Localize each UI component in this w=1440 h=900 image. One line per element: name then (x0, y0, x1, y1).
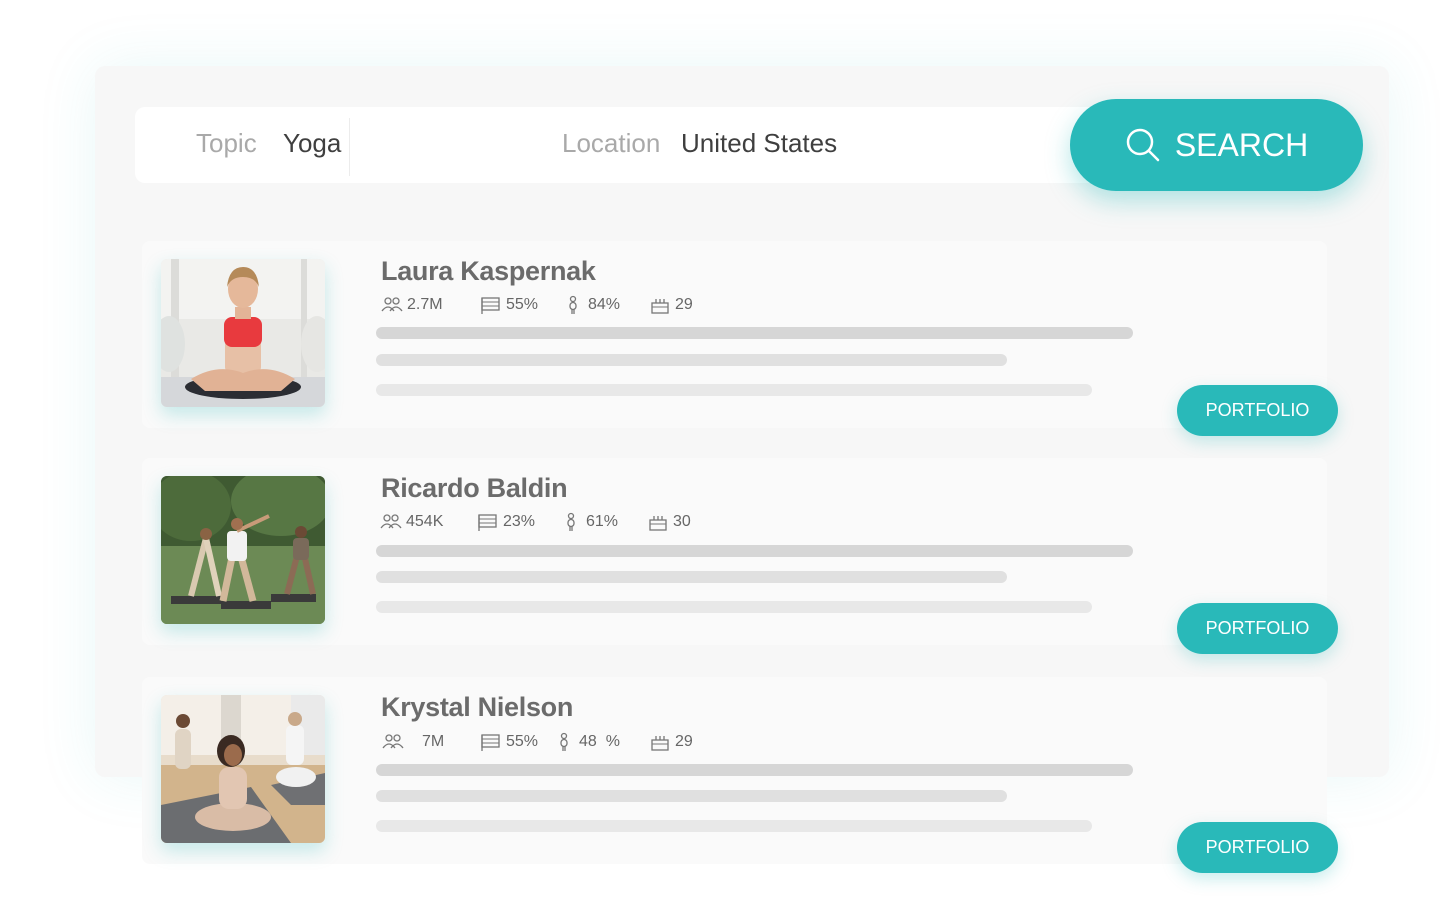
person-icon (569, 295, 577, 314)
gender-stat: 61% (560, 512, 618, 532)
country-value: 55% (506, 296, 539, 313)
country-value: 55% (506, 733, 539, 750)
description-placeholder-line (376, 354, 1007, 366)
description-placeholder-line (376, 327, 1133, 339)
country-stat: 55% (480, 295, 538, 315)
gender-value: 61% (586, 513, 619, 530)
search-divider (349, 118, 350, 176)
people-icon (381, 297, 403, 312)
cake-icon (651, 736, 669, 751)
age-stat: 29 (649, 732, 693, 752)
flag-icon (481, 734, 500, 751)
influencer-photo (161, 259, 325, 407)
description-placeholder-line (376, 601, 1092, 613)
person-icon (567, 512, 575, 531)
description-placeholder-line (376, 790, 1007, 802)
search-button-label: SEARCH (1174, 126, 1309, 163)
people-icon (380, 514, 402, 529)
description-placeholder-line (376, 764, 1133, 776)
description-placeholder-line (376, 545, 1133, 557)
age-value: 29 (675, 733, 693, 750)
age-stat: 30 (647, 512, 691, 532)
description-placeholder-line (376, 384, 1092, 396)
description-placeholder-line (376, 820, 1092, 832)
search-icon (1126, 128, 1160, 162)
age-stat: 29 (649, 295, 693, 315)
gender-stat: 48 % (553, 732, 620, 752)
gender-stat: 84% (562, 295, 620, 315)
influencer-name: Ricardo Baldin (381, 473, 568, 503)
followers-value: 2.7M (407, 296, 443, 313)
influencer-name: Krystal Nielson (381, 692, 574, 722)
search-button[interactable]: SEARCH (1070, 99, 1363, 191)
followers-stat: 7M (382, 732, 444, 752)
country-stat: 23% (477, 512, 535, 532)
cake-icon (651, 299, 669, 314)
location-label: Location (562, 128, 661, 158)
age-value: 29 (675, 296, 693, 313)
flag-icon (481, 297, 500, 314)
influencer-photo (161, 476, 325, 624)
followers-stat: 454K (380, 512, 443, 532)
description-placeholder-line (376, 571, 1007, 583)
influencer-photo (161, 695, 325, 843)
topic-label: Topic (196, 128, 257, 158)
gender-value: 48 % (579, 733, 620, 750)
cake-icon (649, 516, 667, 531)
gender-value: 84% (588, 296, 621, 313)
portfolio-button[interactable]: PORTFOLIO (1177, 603, 1338, 654)
person-icon (560, 732, 568, 751)
flag-icon (478, 514, 497, 531)
people-icon (382, 734, 404, 749)
country-value: 23% (503, 513, 536, 530)
influencer-name: Laura Kaspernak (381, 256, 596, 286)
topic-input[interactable]: Yoga (283, 128, 341, 159)
portfolio-button[interactable]: PORTFOLIO (1177, 822, 1338, 873)
followers-value: 454K (406, 513, 444, 530)
portfolio-button[interactable]: PORTFOLIO (1177, 385, 1338, 436)
country-stat: 55% (480, 732, 538, 752)
location-input[interactable]: United States (681, 128, 837, 159)
age-value: 30 (673, 513, 691, 530)
followers-value: 7M (422, 733, 445, 750)
followers-stat: 2.7M (381, 295, 443, 315)
